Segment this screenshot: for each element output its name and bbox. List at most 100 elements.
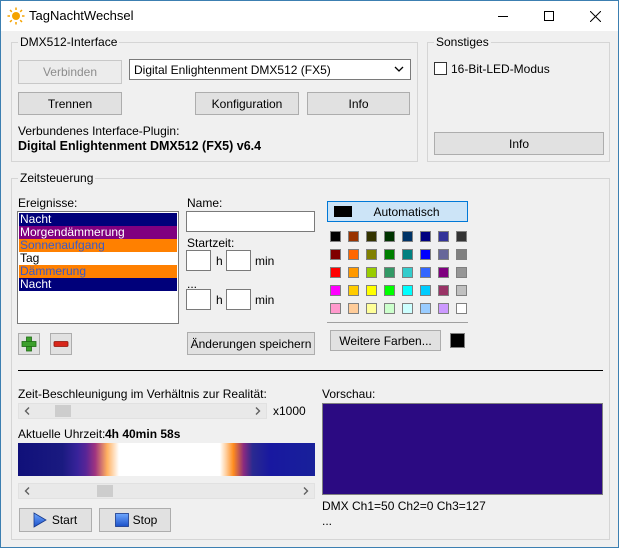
chevron-right-icon[interactable] bbox=[300, 485, 312, 497]
color-swatch[interactable] bbox=[348, 267, 359, 278]
save-changes-button[interactable]: Änderungen speichern bbox=[187, 332, 315, 355]
end-minute-input[interactable] bbox=[226, 289, 251, 310]
current-color-swatch[interactable] bbox=[450, 333, 465, 348]
start-minute-input[interactable] bbox=[226, 250, 251, 271]
close-icon bbox=[589, 10, 601, 22]
start-button-label: Start bbox=[51, 513, 78, 527]
list-item[interactable]: Sonnenaufgang bbox=[19, 239, 177, 252]
event-name-input[interactable] bbox=[186, 211, 315, 232]
16bit-led-label: 16-Bit-LED-Modus bbox=[451, 62, 550, 76]
16bit-led-checkbox[interactable] bbox=[434, 62, 447, 75]
color-swatch[interactable] bbox=[402, 303, 413, 314]
color-swatch[interactable] bbox=[420, 303, 431, 314]
start-button[interactable]: Start bbox=[19, 508, 92, 532]
minimize-button[interactable] bbox=[480, 1, 526, 31]
palette-separator bbox=[327, 322, 468, 323]
color-swatch[interactable] bbox=[330, 267, 341, 278]
minimize-icon bbox=[498, 15, 508, 17]
color-swatch[interactable] bbox=[330, 303, 341, 314]
name-label: Name: bbox=[187, 196, 223, 210]
plugin-select[interactable]: Digital Enlightenment DMX512 (FX5) bbox=[129, 59, 411, 80]
preview-label: Vorschau: bbox=[322, 387, 376, 401]
more-colors-button[interactable]: Weitere Farben... bbox=[330, 330, 441, 351]
color-swatch[interactable] bbox=[366, 285, 377, 296]
current-time-label: Aktuelle Uhrzeit: bbox=[18, 427, 106, 441]
list-item[interactable]: Nacht bbox=[19, 278, 177, 291]
color-swatch[interactable] bbox=[384, 267, 395, 278]
color-swatch[interactable] bbox=[420, 231, 431, 242]
dmx-interface-legend: DMX512-Interface bbox=[18, 35, 120, 49]
color-swatch[interactable] bbox=[384, 303, 395, 314]
color-swatch[interactable] bbox=[456, 249, 467, 260]
color-swatch[interactable] bbox=[456, 285, 467, 296]
end-hour-unit-label: h bbox=[216, 293, 223, 307]
color-swatch[interactable] bbox=[402, 249, 413, 260]
color-swatch[interactable] bbox=[366, 249, 377, 260]
misc-legend: Sonstiges bbox=[434, 35, 491, 49]
acceleration-thumb[interactable] bbox=[54, 405, 71, 417]
time-slider[interactable] bbox=[18, 483, 315, 499]
connect-button[interactable]: Verbinden bbox=[18, 60, 122, 84]
color-swatch[interactable] bbox=[384, 249, 395, 260]
color-swatch[interactable] bbox=[366, 303, 377, 314]
color-swatch[interactable] bbox=[420, 249, 431, 260]
stop-button[interactable]: Stop bbox=[99, 508, 171, 532]
color-swatch[interactable] bbox=[438, 285, 449, 296]
color-swatch[interactable] bbox=[420, 285, 431, 296]
start-hour-input[interactable] bbox=[186, 250, 211, 271]
color-swatch[interactable] bbox=[366, 267, 377, 278]
color-swatch[interactable] bbox=[348, 231, 359, 242]
hour-unit-label: h bbox=[216, 254, 223, 268]
color-swatch[interactable] bbox=[402, 231, 413, 242]
color-swatch[interactable] bbox=[456, 231, 467, 242]
color-swatch[interactable] bbox=[384, 285, 395, 296]
acceleration-slider[interactable] bbox=[18, 403, 267, 419]
add-event-button[interactable] bbox=[18, 333, 40, 355]
chevron-down-icon bbox=[394, 66, 404, 72]
color-swatch[interactable] bbox=[456, 267, 467, 278]
events-listbox[interactable]: Nacht Morgendämmerung Sonnenaufgang Tag Dämm… bbox=[17, 211, 179, 324]
color-swatch[interactable] bbox=[330, 231, 341, 242]
color-swatch[interactable] bbox=[438, 267, 449, 278]
chevron-right-icon[interactable] bbox=[252, 405, 264, 417]
color-swatch[interactable] bbox=[330, 285, 341, 296]
plugin-caption: Verbundenes Interface-Plugin: bbox=[18, 124, 180, 138]
color-swatch[interactable] bbox=[402, 267, 413, 278]
play-icon bbox=[33, 512, 47, 528]
title-bar[interactable]: TagNachtWechsel bbox=[1, 1, 618, 31]
color-swatch[interactable] bbox=[438, 303, 449, 314]
chevron-left-icon[interactable] bbox=[21, 405, 33, 417]
maximize-button[interactable] bbox=[526, 1, 572, 31]
color-swatch[interactable] bbox=[384, 231, 395, 242]
acceleration-label: Zeit-Beschleunigung im Verhältnis zur Re… bbox=[18, 387, 267, 401]
automatic-color-button[interactable]: Automatisch bbox=[327, 201, 468, 222]
color-swatch[interactable] bbox=[438, 231, 449, 242]
dmx-info-button[interactable]: Info bbox=[307, 92, 410, 115]
color-swatch[interactable] bbox=[402, 285, 413, 296]
day-night-gradient bbox=[18, 443, 315, 476]
minus-icon bbox=[53, 341, 69, 347]
end-minute-unit-label: min bbox=[255, 293, 275, 307]
plus-icon bbox=[21, 336, 37, 352]
color-swatch[interactable] bbox=[348, 303, 359, 314]
color-swatch[interactable] bbox=[366, 231, 377, 242]
minute-unit-label: min bbox=[255, 254, 275, 268]
color-swatch[interactable] bbox=[438, 249, 449, 260]
automatic-color-label: Automatisch bbox=[373, 204, 440, 219]
configuration-button[interactable]: Konfiguration bbox=[195, 92, 299, 115]
color-swatch[interactable] bbox=[456, 303, 467, 314]
stop-button-label: Stop bbox=[132, 513, 158, 527]
misc-info-button[interactable]: Info bbox=[434, 132, 604, 155]
color-swatch[interactable] bbox=[420, 267, 431, 278]
color-swatch[interactable] bbox=[330, 249, 341, 260]
close-button[interactable] bbox=[572, 1, 618, 31]
color-swatch[interactable] bbox=[348, 285, 359, 296]
color-swatch[interactable] bbox=[348, 249, 359, 260]
start-time-label: Startzeit: bbox=[187, 236, 235, 250]
disconnect-button[interactable]: Trennen bbox=[18, 92, 122, 115]
remove-event-button[interactable] bbox=[50, 333, 72, 355]
time-thumb[interactable] bbox=[96, 485, 113, 497]
timing-legend: Zeitsteuerung bbox=[18, 171, 96, 185]
chevron-left-icon[interactable] bbox=[21, 485, 33, 497]
end-hour-input[interactable] bbox=[186, 289, 211, 310]
